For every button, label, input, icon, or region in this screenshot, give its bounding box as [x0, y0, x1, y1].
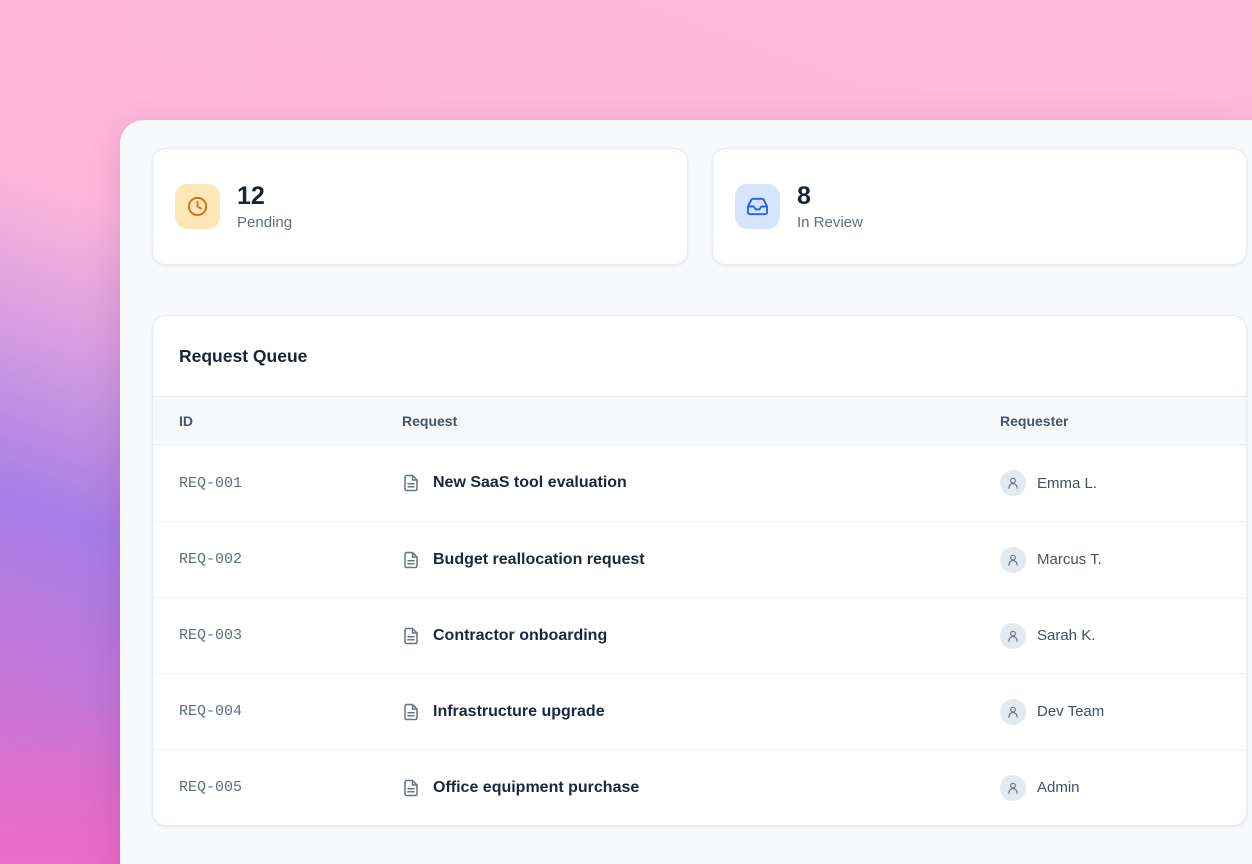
requester-name: Marcus T. — [1037, 551, 1102, 568]
requester-name: Admin — [1037, 779, 1080, 796]
gradient-background: 12 Pending 8 In Review Request Queue — [0, 0, 1252, 864]
requester-name: Sarah K. — [1037, 627, 1095, 644]
requester-name: Emma L. — [1037, 475, 1097, 492]
request-cell: Budget reallocation request — [402, 551, 1000, 569]
request-title: Office equipment purchase — [433, 779, 639, 797]
stat-label-pending: Pending — [237, 214, 292, 231]
request-title: Budget reallocation request — [433, 551, 645, 569]
document-icon — [402, 474, 420, 492]
request-title: Contractor onboarding — [433, 627, 607, 645]
table-row[interactable]: REQ-003 Contractor onboarding Sarah K. — [153, 597, 1246, 673]
document-icon — [402, 627, 420, 645]
column-header-request: Request — [402, 413, 1000, 429]
table-body: REQ-001 New SaaS tool evaluation Emma L. — [153, 445, 1246, 825]
request-id: REQ-001 — [179, 475, 402, 492]
column-header-requester: Requester — [1000, 413, 1246, 429]
requester-cell: Dev Team — [1000, 699, 1246, 725]
avatar — [1000, 623, 1026, 649]
request-cell: New SaaS tool evaluation — [402, 474, 1000, 492]
main-panel: 12 Pending 8 In Review Request Queue — [120, 120, 1252, 864]
request-title: New SaaS tool evaluation — [433, 474, 627, 492]
stats-row: 12 Pending 8 In Review — [152, 148, 1247, 265]
inbox-icon — [735, 184, 780, 229]
table-row[interactable]: REQ-005 Office equipment purchase Admin — [153, 749, 1246, 825]
requester-cell: Emma L. — [1000, 470, 1246, 496]
request-title: Infrastructure upgrade — [433, 703, 605, 721]
request-cell: Contractor onboarding — [402, 627, 1000, 645]
request-cell: Infrastructure upgrade — [402, 703, 1000, 721]
document-icon — [402, 779, 420, 797]
requester-cell: Marcus T. — [1000, 547, 1246, 573]
request-id: REQ-003 — [179, 627, 402, 644]
requester-name: Dev Team — [1037, 703, 1104, 720]
table-row[interactable]: REQ-001 New SaaS tool evaluation Emma L. — [153, 445, 1246, 521]
column-header-id: ID — [179, 413, 402, 429]
request-queue-card: Request Queue ID Request Requester REQ-0… — [152, 315, 1247, 826]
requester-cell: Sarah K. — [1000, 623, 1246, 649]
clock-icon — [175, 184, 220, 229]
request-cell: Office equipment purchase — [402, 779, 1000, 797]
stat-label-in-review: In Review — [797, 214, 863, 231]
avatar — [1000, 699, 1026, 725]
table-row[interactable]: REQ-004 Infrastructure upgrade Dev Team — [153, 673, 1246, 749]
request-id: REQ-002 — [179, 551, 402, 568]
stat-card-pending: 12 Pending — [152, 148, 688, 265]
avatar — [1000, 470, 1026, 496]
table-header-row: ID Request Requester — [153, 396, 1246, 445]
request-id: REQ-004 — [179, 703, 402, 720]
stat-value-pending: 12 — [237, 182, 292, 211]
requester-cell: Admin — [1000, 775, 1246, 801]
table-row[interactable]: REQ-002 Budget reallocation request Marc… — [153, 521, 1246, 597]
stat-text: 8 In Review — [797, 182, 863, 231]
request-id: REQ-005 — [179, 779, 402, 796]
avatar — [1000, 775, 1026, 801]
stat-value-in-review: 8 — [797, 182, 863, 211]
document-icon — [402, 703, 420, 721]
table-title: Request Queue — [153, 316, 1246, 396]
stat-text: 12 Pending — [237, 182, 292, 231]
avatar — [1000, 547, 1026, 573]
document-icon — [402, 551, 420, 569]
stat-card-in-review: 8 In Review — [712, 148, 1247, 265]
